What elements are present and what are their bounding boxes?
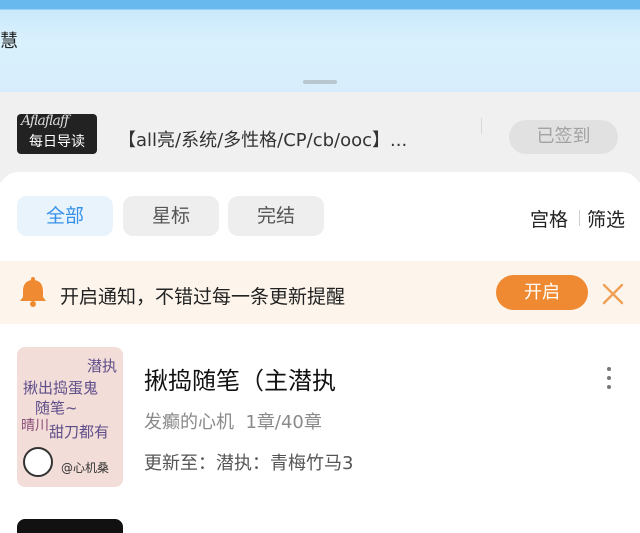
close-icon[interactable] [601,282,625,306]
more-options-icon[interactable] [606,367,612,389]
book-author: 发癫的心机 [144,412,234,433]
top-partial-text: 慧 [0,31,18,52]
cover-author: @心机桑 [61,461,110,475]
tab-completed[interactable]: 完结 [228,196,324,236]
tab-all[interactable]: 全部 [17,196,113,236]
divider [579,210,580,226]
daily-reading-label: 每日导读 [29,134,85,150]
drag-handle[interactable] [303,80,337,84]
daily-reading-thumbnail[interactable]: Aflaflaff 每日导读 [17,114,97,154]
next-book-cover[interactable] [17,519,123,533]
thumbnail-script-text: Aflaflaff [21,114,69,129]
book-cover[interactable]: 潜执 揪出捣蛋鬼 随笔~ 甜刀都有 晴川 @心机桑 [17,347,123,487]
top-banner: 慧 [0,0,640,92]
cover-text: 晴川 [21,418,49,434]
filter-button[interactable]: 筛选 [587,205,625,232]
book-update-status: 更新至：潜执：青梅竹马3 [144,453,354,474]
grid-view-button[interactable]: 宫格 [530,205,568,232]
signed-in-button[interactable]: 已签到 [509,120,618,154]
notification-text: 开启通知，不错过每一条更新提醒 [60,286,346,308]
bell-icon [20,277,46,307]
enable-notification-button[interactable]: 开启 [496,275,588,310]
cover-avatar [23,447,53,477]
tab-starred[interactable]: 星标 [123,196,219,236]
book-author-line: 发癫的心机 1章/40章 [144,408,322,434]
book-chapters: 1章/40章 [245,412,322,433]
daily-reading-title[interactable]: 【all亮/系统/多性格/CP/cb/ooc】... [118,126,448,152]
book-title[interactable]: 揪捣随笔（主潜执 [144,361,336,396]
cover-text: 甜刀都有 [49,423,110,441]
cover-text: 揪出捣蛋鬼 [23,379,99,397]
cover-text: 潜执 [87,357,118,375]
divider [481,118,482,134]
